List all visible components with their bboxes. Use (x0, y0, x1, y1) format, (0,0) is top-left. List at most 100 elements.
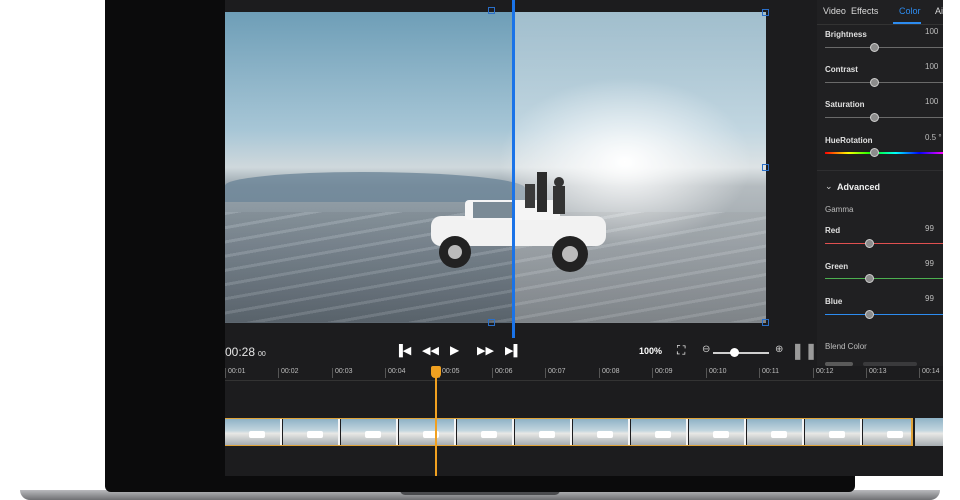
time-display: 00:28 00 (225, 345, 266, 359)
color-adjusted-half (512, 12, 766, 323)
green-gamma-knob[interactable] (865, 274, 874, 283)
red-value: 99 (925, 224, 934, 233)
brightness-knob[interactable] (870, 43, 879, 52)
clip-thumbnail (747, 419, 804, 445)
ruler-tick: 00:11 (759, 368, 779, 378)
timeline-ruler[interactable]: 00:01 00:02 00:03 00:04 00:05 00:06 00:0… (225, 366, 943, 381)
ruler-tick: 00:09 (652, 368, 673, 378)
fast-forward-icon[interactable]: ▶▶ (477, 344, 494, 357)
contrast-knob[interactable] (870, 78, 879, 87)
chevron-down-icon[interactable]: ⌄ (825, 181, 833, 192)
zoom-in-icon[interactable]: ⊕ (775, 344, 783, 355)
ruler-tick: 00:03 (332, 368, 353, 378)
blend-color-label: Blend Color (825, 342, 867, 351)
crop-handle[interactable] (762, 9, 769, 16)
ruler-tick: 00:02 (278, 368, 299, 378)
ruler-tick: 00:10 (706, 368, 727, 378)
clip-thumbnail (457, 419, 514, 445)
ruler-tick: 00:06 (492, 368, 513, 378)
playback-bar: 00:28 00 ▐◀ ◀◀ ▶ ▶▶ ▶▌ 100% ⛶ ⊖ ⊕ ❚❚ (225, 340, 818, 364)
green-label: Green (825, 262, 849, 271)
fullscreen-icon[interactable]: ⛶ (677, 343, 685, 358)
video-preview[interactable] (225, 12, 766, 323)
tab-video[interactable]: Video (823, 6, 846, 16)
clip-thumbnail (863, 419, 911, 445)
red-label: Red (825, 226, 841, 235)
hue-rotation-value: 0.5 ° (925, 133, 942, 142)
green-gamma-slider[interactable] (825, 278, 943, 279)
ruler-tick: 00:07 (545, 368, 566, 378)
split-compare-line[interactable] (512, 0, 515, 338)
video-clip[interactable] (915, 418, 943, 446)
clip-thumbnail (689, 419, 746, 445)
hue-rotation-knob[interactable] (870, 148, 879, 157)
video-clip-selected[interactable] (225, 418, 913, 446)
hue-rotation-slider[interactable] (825, 152, 943, 154)
tab-effects[interactable]: Effects (851, 6, 878, 16)
ruler-tick: 00:04 (385, 368, 406, 378)
divider (817, 170, 943, 171)
gamma-label: Gamma (825, 205, 854, 214)
rewind-icon[interactable]: ◀◀ (422, 344, 439, 357)
current-time: 00:28 (225, 345, 256, 359)
editor-screen: 00:28 00 ▐◀ ◀◀ ▶ ▶▶ ▶▌ 100% ⛶ ⊖ ⊕ ❚❚ Vide… (225, 0, 943, 476)
hue-rotation-label: HueRotation (825, 136, 873, 145)
contrast-slider[interactable] (825, 82, 943, 83)
clip-thumbnail (805, 419, 862, 445)
panel-tabs: Video Effects Color Ai (817, 0, 943, 25)
ruler-tick: 00:05 (439, 368, 460, 378)
clip-thumbnail (573, 419, 630, 445)
crop-handle[interactable] (488, 319, 495, 326)
zoom-percentage[interactable]: 100% (639, 346, 662, 356)
dune-buggy-figure (431, 172, 606, 272)
properties-panel: Video Effects Color Ai Brightness 100 Co… (817, 0, 943, 366)
saturation-knob[interactable] (870, 113, 879, 122)
blue-gamma-slider[interactable] (825, 314, 943, 315)
green-value: 99 (925, 259, 934, 268)
ruler-tick: 00:14 (919, 368, 940, 378)
video-track (225, 418, 943, 446)
saturation-label: Saturation (825, 100, 865, 109)
clip-thumbnail (283, 419, 340, 445)
laptop-bezel: 00:28 00 ▐◀ ◀◀ ▶ ▶▶ ▶▌ 100% ⛶ ⊖ ⊕ ❚❚ Vide… (105, 0, 943, 492)
ruler-tick: 00:08 (599, 368, 620, 378)
blue-label: Blue (825, 297, 843, 306)
ruler-tick: 00:01 (225, 368, 246, 378)
clip-thumbnail (341, 419, 398, 445)
tab-ai[interactable]: Ai (935, 6, 943, 16)
zoom-out-icon[interactable]: ⊖ (702, 344, 710, 355)
tab-color[interactable]: Color (899, 6, 921, 16)
contrast-label: Contrast (825, 65, 858, 74)
playhead[interactable] (435, 366, 437, 476)
saturation-slider[interactable] (825, 117, 943, 118)
preview-image (225, 12, 766, 323)
active-tab-indicator (893, 22, 921, 24)
saturation-value: 100 (925, 97, 939, 106)
crop-handle[interactable] (762, 319, 769, 326)
crop-handle[interactable] (762, 164, 769, 171)
playhead-handle[interactable] (431, 366, 441, 378)
zoom-slider-knob[interactable] (730, 348, 739, 357)
clip-thumbnail (225, 419, 282, 445)
clip-thumbnail (631, 419, 688, 445)
brightness-value: 100 (925, 27, 939, 36)
crop-handle[interactable] (488, 7, 495, 14)
skip-forward-icon[interactable]: ▶▌ (505, 344, 521, 357)
play-icon[interactable]: ▶ (450, 343, 459, 357)
brightness-slider[interactable] (825, 47, 943, 48)
advanced-section-title[interactable]: Advanced (837, 182, 880, 192)
red-gamma-knob[interactable] (865, 239, 874, 248)
brightness-label: Brightness (825, 30, 867, 39)
current-frame: 00 (258, 351, 266, 358)
clip-thumbnail (515, 419, 572, 445)
blue-value: 99 (925, 294, 934, 303)
clip-thumbnail (399, 419, 456, 445)
ruler-tick: 00:12 (813, 368, 834, 378)
contrast-value: 100 (925, 62, 939, 71)
blue-gamma-knob[interactable] (865, 310, 874, 319)
ruler-tick: 00:13 (866, 368, 887, 378)
skip-back-icon[interactable]: ▐◀ (395, 344, 411, 357)
zoom-slider[interactable] (713, 352, 769, 354)
pause-icon[interactable]: ❚❚ (791, 341, 818, 361)
red-gamma-slider[interactable] (825, 243, 943, 244)
